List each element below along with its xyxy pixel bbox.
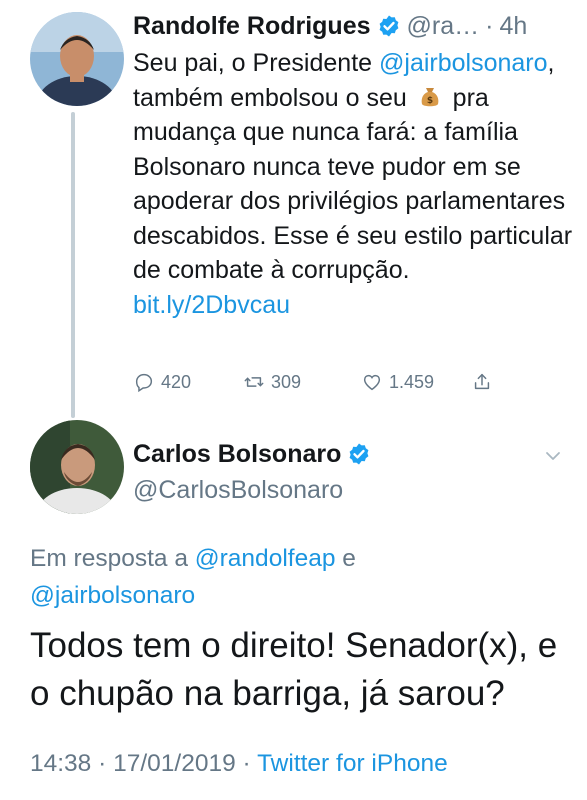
retweet-icon [243, 371, 271, 393]
author-handle[interactable]: @ra… [407, 12, 480, 41]
chevron-down-icon[interactable] [541, 444, 565, 468]
share-icon [471, 371, 499, 393]
separator-dot: · [242, 750, 258, 777]
avatar-carlos[interactable] [30, 420, 124, 514]
author-name[interactable]: Carlos Bolsonaro [133, 440, 341, 469]
author-handle[interactable]: @CarlosBolsonaro [133, 476, 573, 505]
separator-dot: · [98, 750, 114, 777]
heart-icon [361, 371, 389, 393]
like-button[interactable]: 1.459 [361, 371, 471, 393]
reply-mention-jairbolsonaro[interactable]: @jairbolsonaro [30, 582, 195, 609]
retweet-button[interactable]: 309 [243, 371, 361, 393]
reply-context: Em resposta a @randolfeap e @jairbolsona… [30, 540, 570, 614]
tweet-carlos-header: Carlos Bolsonaro @CarlosBolsonaro [133, 434, 573, 505]
author-row: Carlos Bolsonaro [133, 434, 573, 474]
reply-button[interactable]: 420 [133, 371, 243, 393]
tweet-randolfe[interactable]: Randolfe Rodrigues @ra… · 4h Seu pai, o … [133, 6, 573, 322]
thread-line [71, 112, 75, 418]
tweet-time[interactable]: 4h [499, 12, 527, 41]
tweet-meta: 14:38 · 17/01/2019 · Twitter for iPhone [30, 750, 448, 778]
tweet-header: Randolfe Rodrigues @ra… · 4h [133, 6, 573, 46]
money-bag-icon: $ [418, 85, 442, 109]
verified-badge-icon [347, 442, 371, 466]
reply-and: e [342, 545, 356, 572]
reply-prefix: Em resposta a [30, 545, 188, 572]
share-button[interactable] [471, 371, 499, 393]
like-count: 1.459 [389, 371, 435, 392]
reply-icon [133, 371, 161, 393]
reply-mention-randolfeap[interactable]: @randolfeap [195, 545, 336, 572]
avatar-randolfe[interactable] [30, 12, 124, 106]
tweet-text-part: Seu pai, o Presidente [133, 49, 373, 77]
reply-count: 420 [161, 371, 192, 392]
tweet-text: Todos tem o direito! Senador(x), e o chu… [30, 626, 558, 713]
tweet-actions: 420 309 1.459 [133, 366, 513, 398]
retweet-count: 309 [271, 371, 302, 392]
author-name[interactable]: Randolfe Rodrigues [133, 12, 371, 41]
tweet-url-link[interactable]: bit.ly/2Dbvcau [133, 291, 290, 319]
tweet-date[interactable]: 17/01/2019 [113, 750, 236, 777]
tweet-text: Seu pai, o Presidente @jairbolsonaro, ta… [133, 46, 573, 322]
tweet-timestamp[interactable]: 14:38 [30, 750, 91, 777]
mention-link[interactable]: @jairbolsonaro [379, 49, 548, 77]
tweet-text-part: pra mudança que nunca fará: a família Bo… [133, 83, 573, 285]
tweet-source-link[interactable]: Twitter for iPhone [257, 750, 448, 777]
svg-text:$: $ [427, 96, 433, 106]
separator-dot: · [485, 11, 494, 40]
verified-badge-icon [377, 14, 401, 38]
